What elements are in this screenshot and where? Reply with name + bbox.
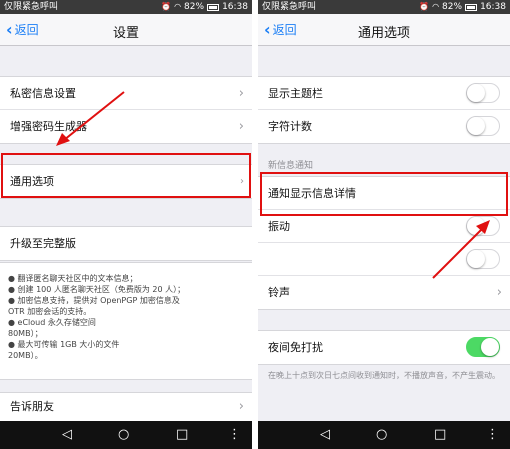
row-ringtone[interactable]: 铃声 ›: [258, 276, 510, 309]
menu-softkey-icon[interactable]: ⋮: [228, 427, 241, 443]
row-label: 字符计数: [268, 120, 312, 133]
row-char-count: 字符计数: [258, 110, 510, 143]
bullet-line: ● 创建 100 人匿名聊天社区（免费版为 20 人）；: [8, 285, 186, 294]
bullet-line: ● eCloud 永久存储空间: [8, 318, 96, 327]
chevron-right-icon: ›: [496, 285, 502, 300]
row-tell-friends[interactable]: 告诉朋友 ›: [0, 393, 252, 421]
display-group: 显示主题栏 字符计数: [258, 76, 510, 144]
clock: 16:38: [480, 2, 506, 12]
page-title: 通用选项: [357, 26, 410, 41]
row-label: 振动: [268, 220, 290, 233]
chevron-right-icon: ›: [238, 119, 244, 134]
bullet-line: 20MB）。: [8, 351, 43, 360]
row-label: 通知显示信息详情: [268, 187, 356, 200]
right-screen-general-options: 仅限紧急呼叫 ⏰ ◠ 82% 16:38 ‹ 返回 通用选项 显示主题栏 字符计…: [258, 0, 510, 449]
unnamed-toggle[interactable]: [466, 249, 500, 269]
row-label: 增强密码生成器: [10, 120, 87, 133]
battery-icon: [465, 4, 478, 11]
theme-bar-toggle[interactable]: [466, 83, 500, 103]
row-unnamed: [258, 243, 510, 276]
row-general-options[interactable]: 通用选项 ›: [0, 165, 252, 198]
chevron-right-icon: ›: [240, 176, 244, 187]
wifi-icon: ◠: [432, 2, 440, 11]
notification-group: 通知显示信息详情 振动 铃声 ›: [258, 176, 510, 310]
row-notification-detail[interactable]: 通知显示信息详情: [258, 177, 510, 210]
chevron-right-icon: ›: [238, 86, 244, 101]
night-mode-toggle[interactable]: [466, 337, 500, 357]
carrier-text: 仅限紧急呼叫: [4, 2, 59, 12]
bullet-line: ● 翻译匿名聊天社区中的文本信息；: [8, 274, 138, 283]
red-arrow-annotation: [56, 91, 125, 146]
row-label: 升级至完整版: [10, 237, 76, 250]
row-label: 告诉朋友: [10, 400, 54, 413]
bullet-line: OTR 加密会话的支持。: [8, 307, 92, 316]
alarm-icon: ⏰: [419, 2, 430, 11]
wifi-icon: ◠: [174, 2, 182, 11]
upgrade-description: ● 翻译匿名聊天社区中的文本信息； ● 创建 100 人匿名聊天社区（免费版为 …: [0, 262, 252, 380]
row-label: 夜间免打扰: [268, 341, 323, 354]
row-night-mode: 夜间免打扰: [258, 331, 510, 364]
nav-bar: ‹ 返回 设置: [0, 14, 252, 46]
bullet-line: 80MB）；: [8, 329, 43, 338]
vibrate-toggle[interactable]: [466, 216, 500, 236]
night-group: 夜间免打扰: [258, 330, 510, 365]
row-vibrate: 振动: [258, 210, 510, 243]
home-softkey-icon[interactable]: ○: [118, 427, 129, 443]
android-nav-bar: ◁ ○ □ ⋮: [258, 421, 510, 449]
row-password-generator[interactable]: 增强密码生成器 ›: [0, 110, 252, 143]
recents-softkey-icon[interactable]: □: [176, 427, 188, 443]
row-upgrade[interactable]: 升级至完整版: [0, 227, 252, 260]
night-mode-note: 在晚上十点到次日七点间收到通知时，不播放声音，不产生震动。: [268, 371, 500, 380]
battery-icon: [207, 4, 220, 11]
bullet-line: ● 最大可传输 1GB 大小的文件: [8, 340, 120, 349]
left-screen-settings: 仅限紧急呼叫 ⏰ ◠ 82% 16:38 ‹ 返回 设置 私密信息设置 › 增强…: [0, 0, 252, 449]
back-softkey-icon[interactable]: ◁: [320, 427, 330, 443]
status-bar: 仅限紧急呼叫 ⏰ ◠ 82% 16:38: [258, 0, 510, 14]
status-bar: 仅限紧急呼叫 ⏰ ◠ 82% 16:38: [0, 0, 252, 14]
menu-softkey-icon[interactable]: ⋮: [486, 427, 499, 443]
row-privacy-settings[interactable]: 私密信息设置 ›: [0, 77, 252, 110]
battery-percent: 82%: [184, 2, 205, 12]
row-show-theme-bar: 显示主题栏: [258, 77, 510, 110]
bullet-line: ● 加密信息支持，提供对 OpenPGP 加密信息及: [8, 296, 180, 305]
chevron-right-icon: ›: [238, 399, 244, 414]
char-count-toggle[interactable]: [466, 116, 500, 136]
row-label: 通用选项: [10, 175, 54, 188]
row-label: 私密信息设置: [10, 87, 76, 100]
home-softkey-icon[interactable]: ○: [376, 427, 387, 443]
privacy-group: 私密信息设置 › 增强密码生成器 ›: [0, 76, 252, 144]
alarm-icon: ⏰: [161, 2, 172, 11]
battery-percent: 82%: [442, 2, 463, 12]
general-group: 通用选项 ›: [0, 164, 252, 199]
back-softkey-icon[interactable]: ◁: [62, 427, 72, 443]
row-label: 显示主题栏: [268, 87, 323, 100]
carrier-text: 仅限紧急呼叫: [262, 2, 317, 12]
recents-softkey-icon[interactable]: □: [434, 427, 446, 443]
upgrade-group: 升级至完整版: [0, 226, 252, 261]
notification-detail-toggle[interactable]: [466, 183, 500, 203]
clock: 16:38: [222, 2, 248, 12]
section-header-new-message: 新信息通知: [268, 161, 314, 171]
share-group: 告诉朋友 ›: [0, 392, 252, 422]
page-title: 设置: [112, 26, 139, 41]
android-nav-bar: ◁ ○ □ ⋮: [0, 421, 252, 449]
nav-bar: ‹ 返回 通用选项: [258, 14, 510, 46]
row-label: 铃声: [268, 286, 290, 299]
